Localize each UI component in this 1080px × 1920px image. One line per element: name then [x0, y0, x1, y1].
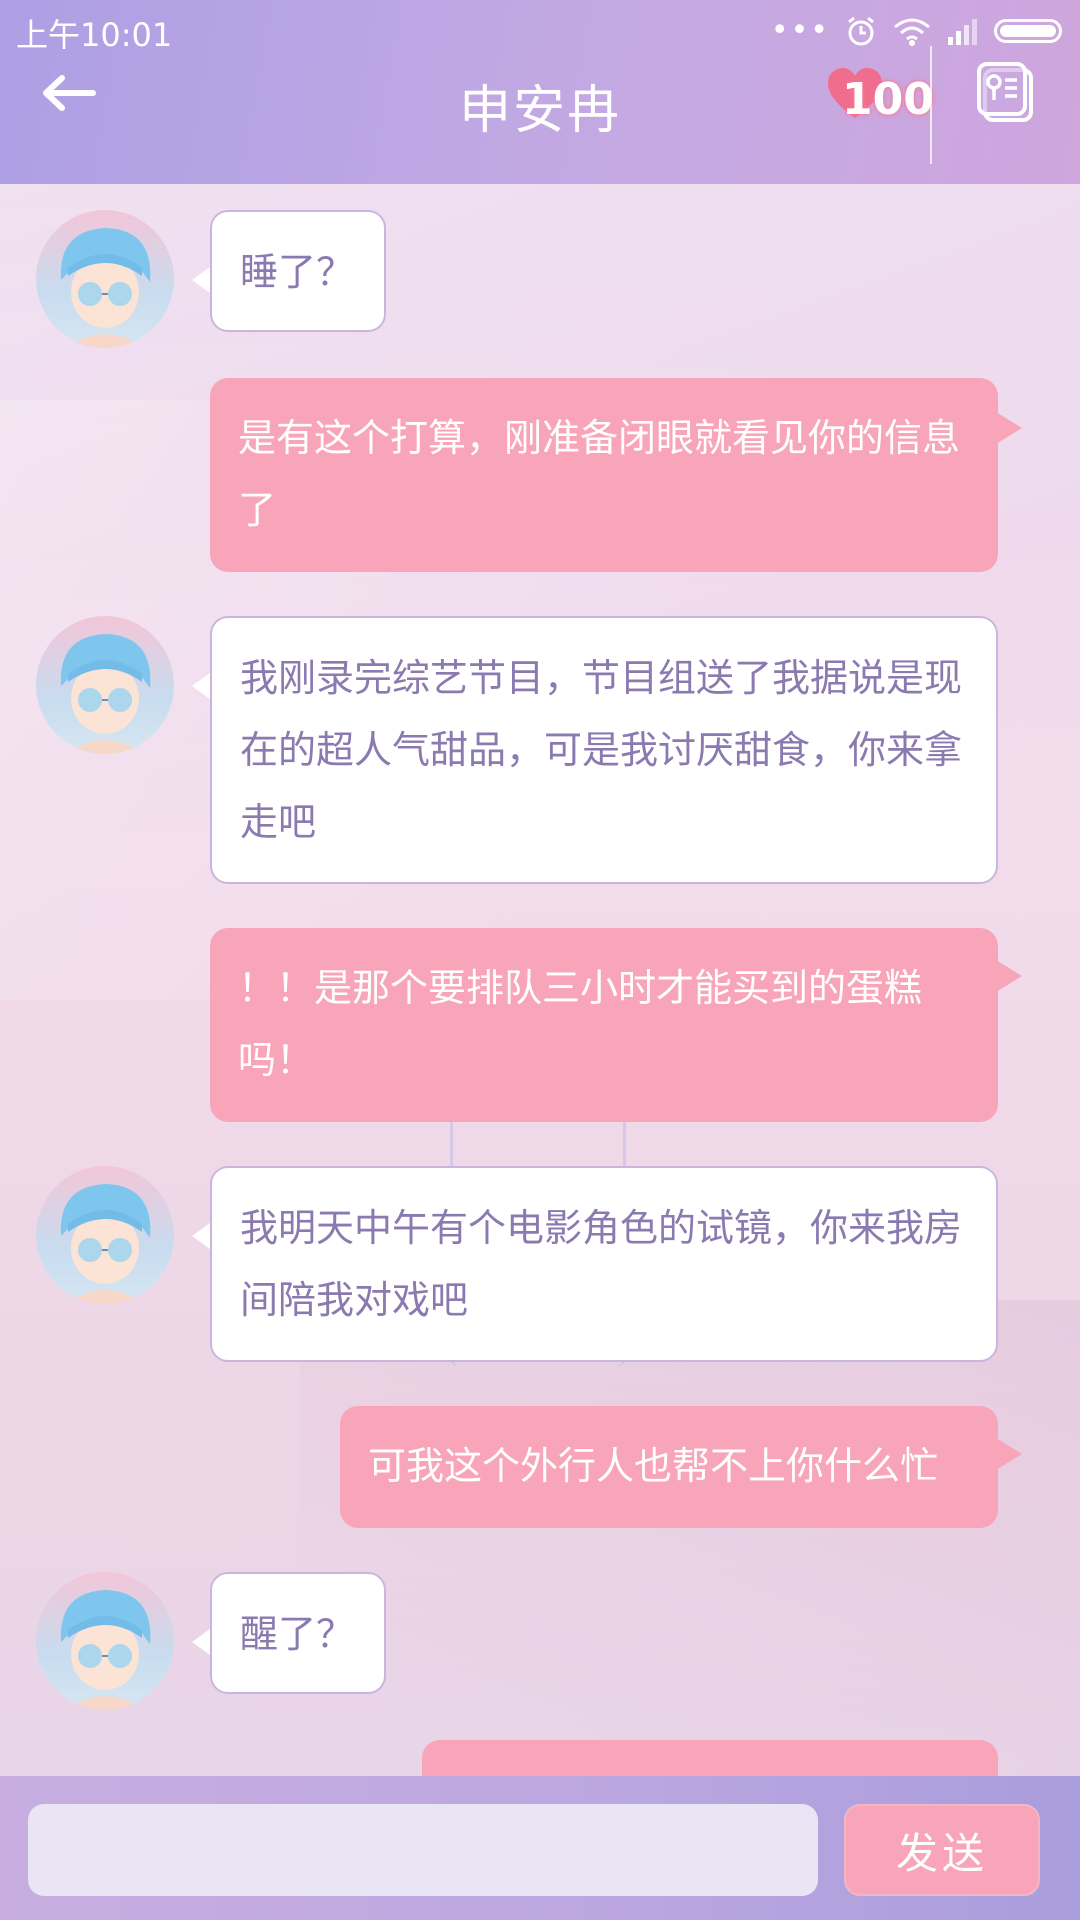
affinity-value: 100 — [842, 74, 934, 125]
bubble-tail — [996, 1438, 1022, 1470]
bubble-tail — [996, 960, 1022, 992]
incoming-message[interactable]: 我明天中午有个电影角色的试镜，你来我房间陪我对戏吧 — [210, 1166, 998, 1362]
outgoing-message[interactable]: 可我这个外行人也帮不上你什么忙 — [340, 1406, 998, 1528]
contact-avatar[interactable] — [36, 616, 174, 754]
avatar-image — [60, 1184, 151, 1304]
input-bar: 发送 — [0, 1776, 1080, 1920]
profile-card-icon — [977, 62, 1033, 122]
contact-avatar[interactable] — [36, 1572, 174, 1710]
incoming-message[interactable]: 我刚录完综艺节目，节目组送了我据说是现在的超人气甜品，可是我讨厌甜食，你来拿走吧 — [210, 616, 998, 884]
contact-avatar[interactable] — [36, 210, 174, 348]
outgoing-message[interactable]: ！！是那个要排队三小时才能买到的蛋糕吗！ — [210, 928, 998, 1122]
incoming-message[interactable]: 睡了？ — [210, 210, 386, 332]
signal-icon — [948, 19, 977, 45]
status-icons: ••• — [771, 12, 1062, 50]
battery-icon — [994, 19, 1062, 43]
nav-bar: 申安冉 100 — [0, 46, 1080, 184]
avatar-image — [60, 1590, 151, 1710]
status-bar: 上午10:01 ••• — [0, 0, 1080, 60]
more-dots-icon: ••• — [770, 13, 830, 48]
contact-avatar[interactable] — [36, 1166, 174, 1304]
outgoing-message[interactable]: 是有这个打算，刚准备闭眼就看见你的信息了 — [210, 378, 998, 572]
bubble-tail — [996, 412, 1022, 444]
wifi-icon — [894, 18, 930, 46]
chat-screen: 上午10:01 ••• 申安冉 100 睡了？ 是有这个打算，刚准备闭眼就看见你… — [0, 0, 1080, 1920]
header-divider — [930, 46, 932, 164]
profile-button[interactable] — [975, 60, 1041, 126]
header: 上午10:01 ••• 申安冉 100 — [0, 0, 1080, 184]
avatar-image — [60, 228, 151, 348]
incoming-message[interactable]: 醒了？ — [210, 1572, 386, 1694]
alarm-icon — [848, 16, 874, 46]
outgoing-message[interactable] — [422, 1740, 998, 1776]
affinity-badge[interactable]: 100 — [826, 64, 934, 134]
avatar-image — [60, 634, 151, 754]
chat-list[interactable]: 睡了？ 是有这个打算，刚准备闭眼就看见你的信息了 我刚录完综艺节目，节目组送了我… — [0, 184, 1080, 1776]
status-time: 上午10:01 — [16, 16, 173, 54]
send-button[interactable]: 发送 — [844, 1804, 1040, 1896]
message-input[interactable] — [28, 1804, 818, 1896]
